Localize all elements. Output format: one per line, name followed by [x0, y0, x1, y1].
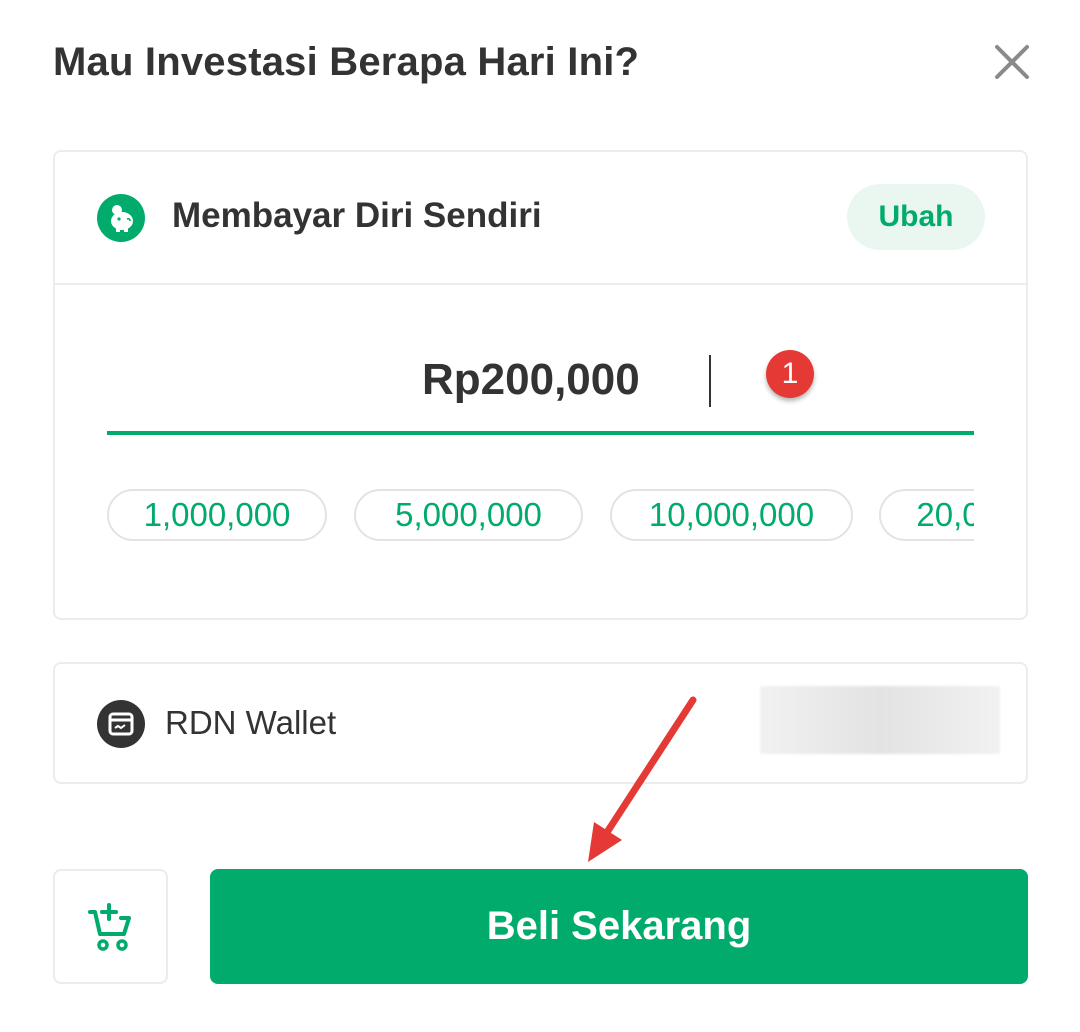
- goal-row: Membayar Diri Sendiri Ubah: [55, 152, 1026, 285]
- amount-value[interactable]: Rp200,000: [422, 355, 640, 405]
- close-button[interactable]: [990, 40, 1034, 84]
- step-badge: 1: [766, 350, 814, 398]
- cart-add-icon: [88, 903, 131, 951]
- preset-amounts: 1,000,000 5,000,000 10,000,000 20,000,00…: [107, 487, 974, 543]
- amount-input[interactable]: Rp200,000 1: [107, 337, 974, 435]
- wallet-balance-redacted: [760, 686, 1000, 754]
- buy-now-button[interactable]: Beli Sekarang: [210, 869, 1028, 984]
- preset-chip[interactable]: 5,000,000: [354, 489, 583, 541]
- modal-title: Mau Investasi Berapa Hari Ini?: [53, 40, 640, 84]
- payment-method-card[interactable]: RDN Wallet: [53, 662, 1028, 784]
- invest-modal: Mau Investasi Berapa Hari Ini? Membayar …: [0, 0, 1080, 1032]
- add-to-cart-button[interactable]: [53, 869, 168, 984]
- wallet-label: RDN Wallet: [165, 704, 337, 741]
- close-icon: [995, 45, 1029, 79]
- goal-label: Membayar Diri Sendiri: [172, 196, 542, 235]
- text-caret: [709, 355, 711, 407]
- amount-card: Membayar Diri Sendiri Ubah Rp200,000 1 1…: [53, 150, 1028, 620]
- preset-chip[interactable]: 10,000,000: [610, 489, 853, 541]
- preset-chip[interactable]: 20,000,000: [879, 489, 974, 541]
- preset-chip[interactable]: 1,000,000: [107, 489, 327, 541]
- change-goal-button[interactable]: Ubah: [847, 184, 985, 250]
- wallet-icon: [97, 700, 145, 748]
- piggy-icon: [97, 194, 145, 242]
